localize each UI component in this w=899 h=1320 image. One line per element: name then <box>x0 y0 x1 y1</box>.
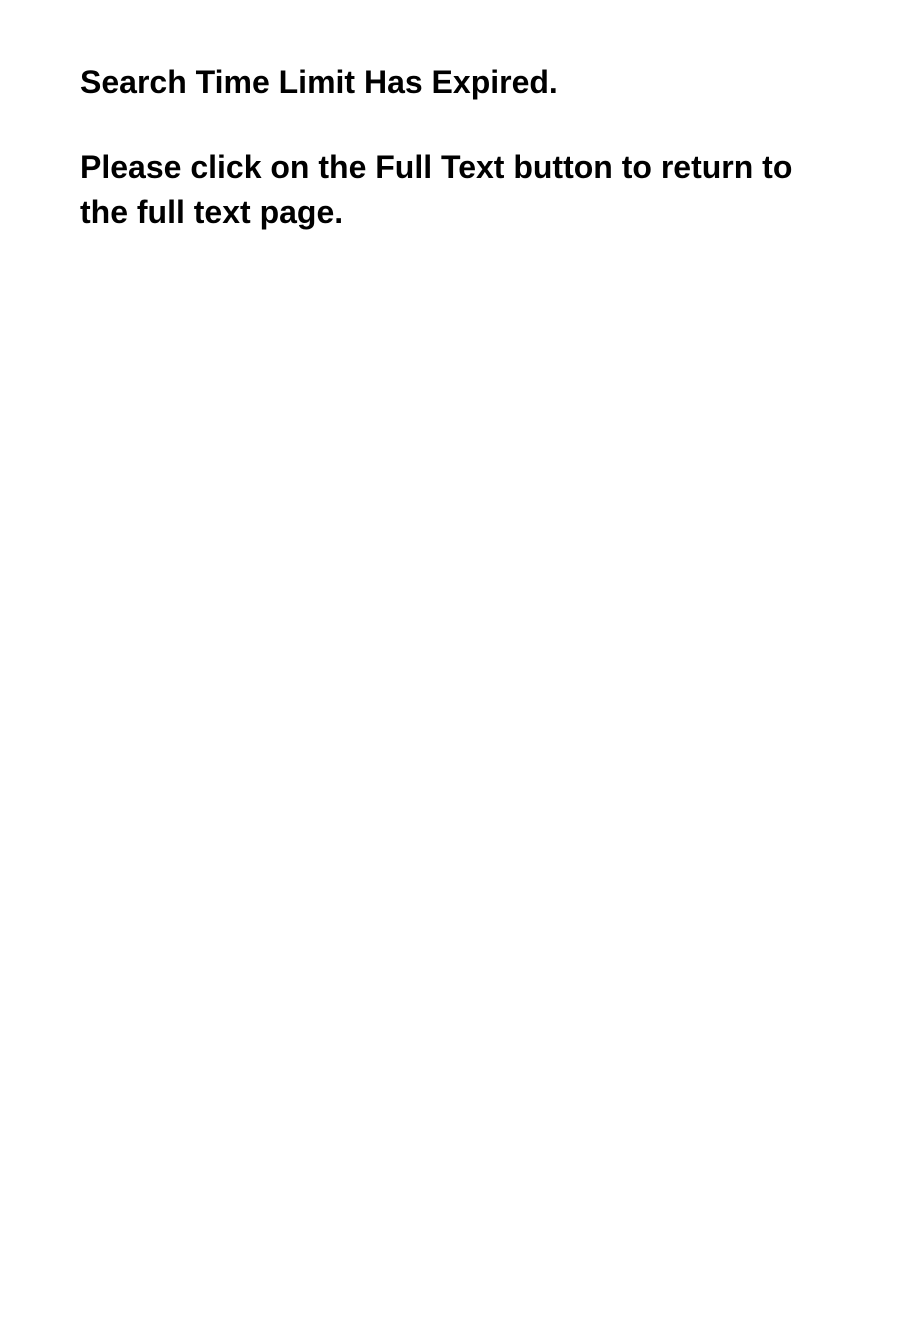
expired-heading: Search Time Limit Has Expired. <box>80 60 819 105</box>
instruction-text: Please click on the Full Text button to … <box>80 145 800 235</box>
